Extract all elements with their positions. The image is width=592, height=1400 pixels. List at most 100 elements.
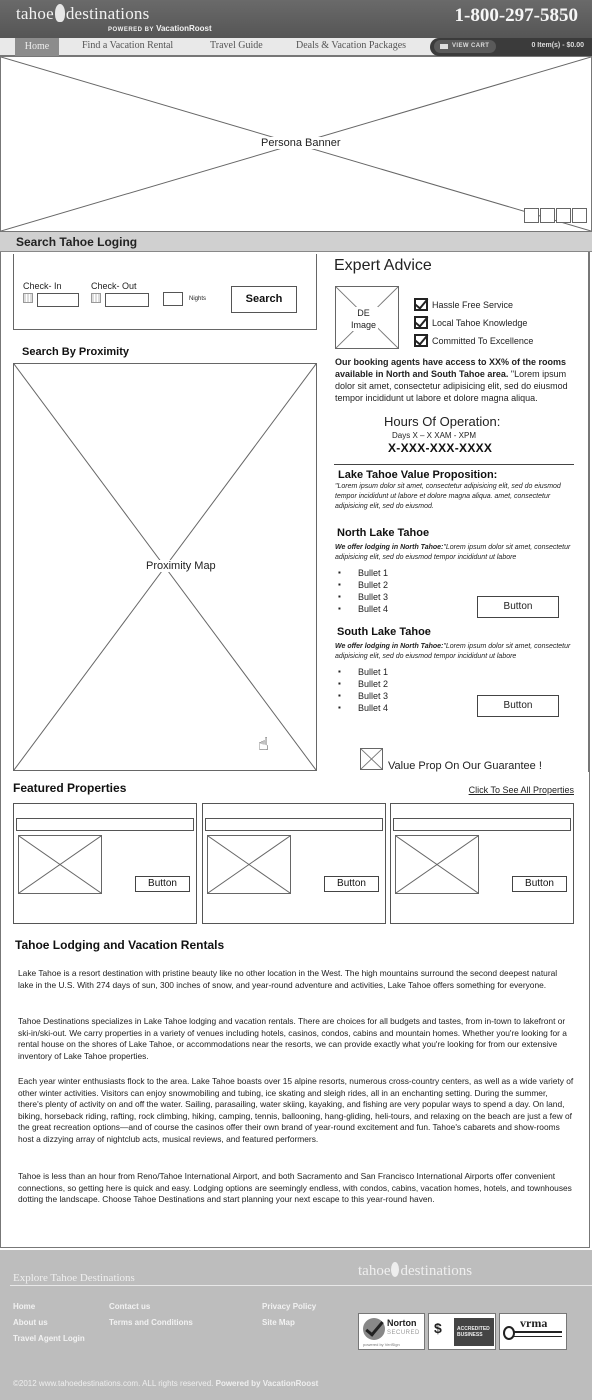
lodging-paragraph: Each year winter enthusiasts flock to th… [18,1076,574,1144]
footer-logo[interactable]: tahoe destinations [358,1262,472,1280]
card-image-placeholder [395,835,479,894]
nav-home[interactable]: Home [15,38,59,56]
norton-title: Norton [387,1318,417,1328]
proximity-map-label: Proximity Map [142,560,220,572]
expert-advice-title: Expert Advice [334,257,432,274]
view-cart-label: VIEW CART [452,43,490,49]
north-tahoe-button[interactable]: Button [477,596,559,618]
card-image-placeholder [18,835,102,894]
card-title-bar [393,818,571,831]
value-prop-text: "Lorem ipsum dolor sit amet, consectetur… [335,483,561,510]
card-button[interactable]: Button [135,876,190,892]
placeholder-x-icon [361,749,382,769]
copyright: ©2012 www.tahoedestinations.com. ALL rig… [13,1379,318,1388]
footer-link-contact[interactable]: Contact us [109,1302,150,1311]
featured-property-card[interactable]: Button [13,803,197,924]
placeholder-x-icon [19,836,101,893]
list-item: Bullet 4 [338,603,388,615]
nights-input[interactable] [163,292,183,306]
featured-property-card[interactable]: Button [390,803,574,924]
header-phone[interactable]: 1-800-297-5850 [455,5,578,27]
vrma-badge[interactable]: vrma [499,1313,567,1350]
powered-by-text: POWERED BY [108,27,154,33]
checkbox-checked-icon [414,334,428,347]
proximity-title: Search By Proximity [22,346,129,358]
card-title-bar [205,818,383,831]
de-image-placeholder: DE Image [335,286,399,349]
list-item: Bullet 4 [338,702,388,714]
footer-logo-destinations: destinations [400,1263,473,1279]
footer-divider [10,1285,592,1286]
proximity-map[interactable]: Proximity Map [13,363,317,771]
footer-link-privacy[interactable]: Privacy Policy [262,1302,316,1311]
card-button[interactable]: Button [324,876,379,892]
de-label-line1: DE [357,308,370,318]
lodging-paragraph: Tahoe is less than an hour from Reno/Tah… [18,1171,572,1205]
south-intro-bold: We offer lodging in North Tahoe: [335,643,444,650]
footer-link-about[interactable]: About us [13,1318,48,1327]
view-cart-button[interactable]: VIEW CART [434,40,496,53]
north-tahoe-title: North Lake Tahoe [337,527,430,539]
calendar-icon[interactable] [23,293,33,303]
brand-text: VacationRoost [156,24,212,33]
booking-agents-text: Our booking agents have access to XX% of… [335,356,575,404]
check-item-local-knowledge: Local Tahoe Knowledge [414,316,527,329]
card-title-bar [16,818,194,831]
south-bullet-list: Bullet 1 Bullet 2 Bullet 3 Bullet 4 [338,666,388,714]
lodging-paragraph: Tahoe Destinations specializes in Lake T… [18,1016,567,1061]
powered-by-link[interactable]: Powered by VacationRoost [216,1379,319,1388]
hours-title: Hours Of Operation: [384,414,501,429]
banner-slide-2[interactable] [540,208,555,223]
guarantee-image-placeholder [360,748,383,770]
nav-travel-guide[interactable]: Travel Guide [210,40,263,51]
bbb-torch-icon: $ [434,1320,442,1336]
bbb-accredited-badge[interactable]: $ ACCREDITED BUSINESS [428,1313,496,1350]
cart-count: 0 Item(s) - $0.00 [531,42,584,49]
list-item: Bullet 2 [338,579,388,591]
footer-explore-title: Explore Tahoe Destinations [13,1272,135,1284]
check-item-excellence: Committed To Excellence [414,334,533,347]
key-ring-icon [503,1326,515,1340]
nav-find-rental[interactable]: Find a Vacation Rental [82,40,173,51]
de-label-line2: Image [351,320,377,330]
footer-link-terms[interactable]: Terms and Conditions [109,1318,193,1327]
check-item-hassle-free: Hassle Free Service [414,298,513,311]
lodging-title: Tahoe Lodging and Vacation Rentals [15,938,225,952]
logo-text-tahoe: tahoe [16,4,54,23]
footer-link-sitemap[interactable]: Site Map [262,1318,295,1327]
norton-check-icon [363,1318,385,1340]
banner-slide-3[interactable] [556,208,571,223]
see-all-properties-link[interactable]: Click To See All Properties [469,785,574,795]
check-out-input[interactable] [105,293,149,307]
copyright-text: ©2012 www.tahoedestinations.com. ALL rig… [13,1379,214,1388]
banner-slide-4[interactable] [572,208,587,223]
value-prop-title: Lake Tahoe Value Proposition: [338,469,498,481]
featured-property-card[interactable]: Button [202,803,386,924]
list-item: Bullet 1 [338,567,388,579]
card-button[interactable]: Button [512,876,567,892]
norton-secured-badge[interactable]: Norton SECURED powered by VeriSign [358,1313,425,1350]
calendar-icon[interactable] [91,293,101,303]
check-in-input[interactable] [37,293,79,307]
bird-logo-icon [391,1262,400,1277]
footer-link-travel-agent-login[interactable]: Travel Agent Login [13,1334,85,1343]
cart-bar: VIEW CART 0 Item(s) - $0.00 [430,38,592,56]
site-logo[interactable]: tahoe destinations [16,4,149,24]
persona-banner[interactable]: Persona Banner [0,56,592,232]
search-section-header: Search Tahoe Loging [0,232,592,252]
list-item: Bullet 2 [338,678,388,690]
search-button[interactable]: Search [231,286,297,313]
north-bullet-list: Bullet 1 Bullet 2 Bullet 3 Bullet 4 [338,567,388,615]
nav-deals[interactable]: Deals & Vacation Packages [296,40,406,51]
site-header: tahoe destinations POWERED BY VacationRoo… [0,0,592,38]
right-border [588,252,589,772]
lodging-paragraph: Lake Tahoe is a resort destination with … [18,968,558,990]
hours-phone[interactable]: X-XXX-XXX-XXXX [388,441,492,455]
south-tahoe-title: South Lake Tahoe [337,626,431,638]
banner-label: Persona Banner [257,137,345,149]
banner-slide-1[interactable] [524,208,539,223]
bbb-accredited-label: ACCREDITED BUSINESS [454,1318,494,1346]
footer-link-home[interactable]: Home [13,1302,35,1311]
south-tahoe-button[interactable]: Button [477,695,559,717]
logo-text-destinations: destinations [65,4,150,23]
